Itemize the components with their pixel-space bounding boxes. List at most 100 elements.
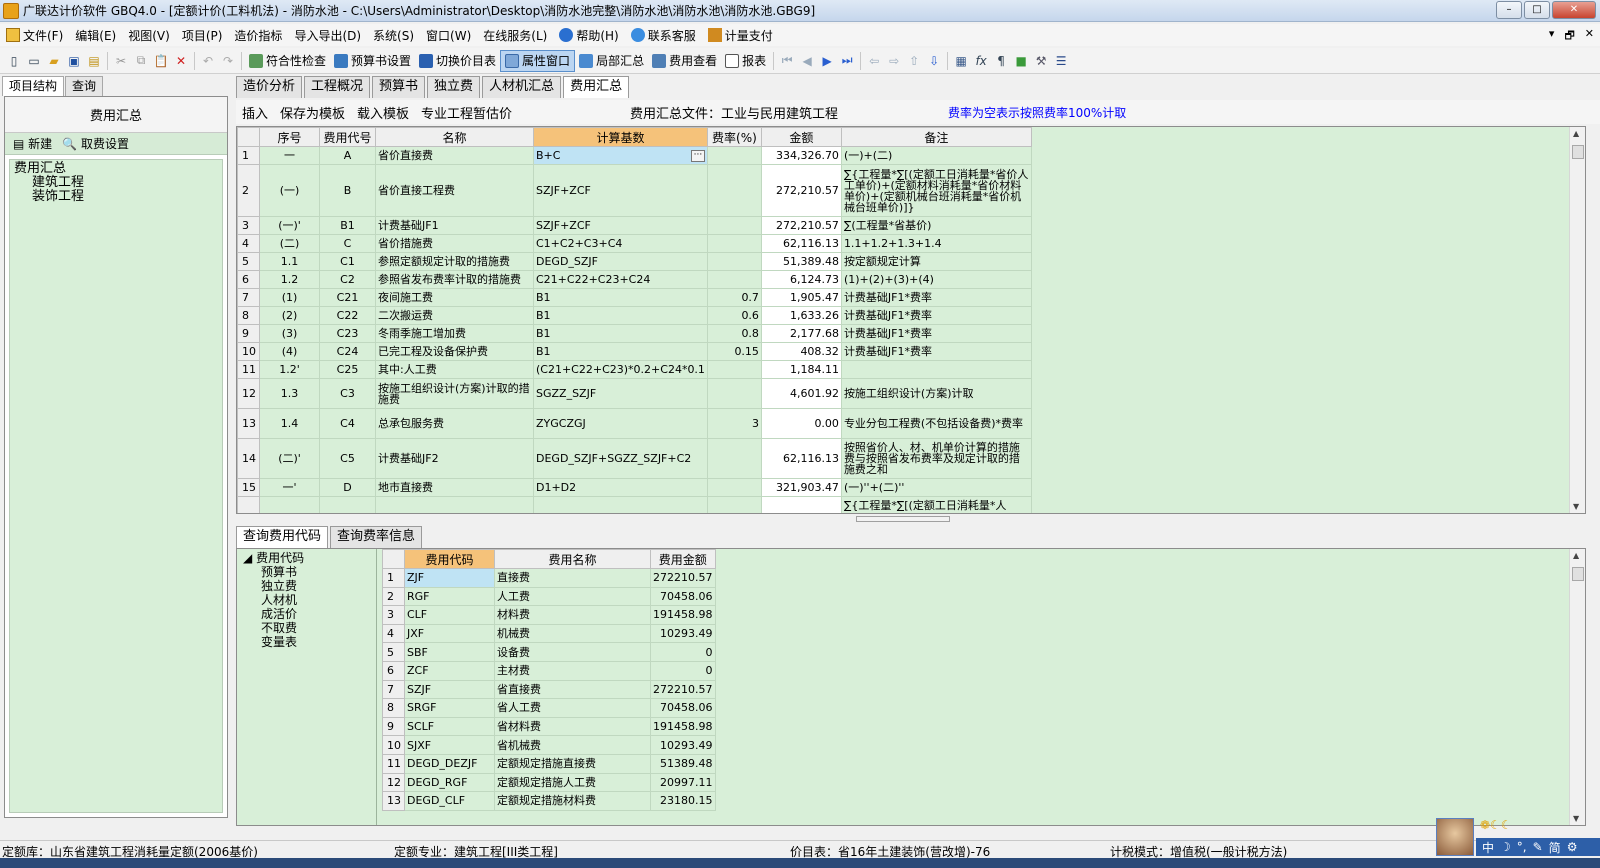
cell-rate[interactable] — [706, 478, 762, 497]
cell-code[interactable]: C5 — [319, 438, 376, 479]
cell-note[interactable]: 按照省价人、材、机单价计算的措施费与按照省发布费率及规定计取的措施费之和 — [840, 438, 1032, 479]
cell-rate[interactable] — [706, 270, 762, 289]
cell-rate[interactable] — [706, 496, 762, 513]
cell-code[interactable]: C — [319, 234, 376, 253]
cell-rate[interactable] — [706, 164, 762, 217]
menu-cost-index[interactable]: 造价指标 — [228, 27, 288, 44]
cell-amount[interactable]: 272,210.57 — [760, 216, 842, 235]
cell-base[interactable]: B1 — [533, 306, 708, 325]
cell-fee-amount[interactable]: 191458.98 — [650, 716, 716, 737]
menu-measure-pay[interactable]: 计量支付 — [702, 27, 779, 44]
cell-seq[interactable]: (1) — [259, 288, 320, 307]
row-number[interactable] — [237, 496, 260, 513]
paragraph-icon[interactable]: ¶ — [991, 51, 1011, 71]
cell-fee-amount[interactable]: 51389.48 — [650, 753, 716, 774]
cell-seq[interactable]: (二)' — [259, 438, 320, 479]
table-row[interactable]: 6 1.2 C2 参照省发布费率计取的措施费 C21+C22+C23+C24 6,124.… — [237, 270, 1032, 289]
cell-fee-amount[interactable]: 0 — [650, 642, 716, 662]
col-base[interactable]: 计算基数 — [533, 127, 708, 147]
row-number[interactable]: 5 — [237, 252, 260, 271]
cell-fee-amount[interactable]: 272210.57 — [650, 679, 716, 700]
cell-fee-amount[interactable]: 191458.98 — [650, 605, 716, 625]
row-number[interactable]: 11 — [237, 360, 260, 379]
new-button[interactable]: ▤ 新建 — [13, 135, 52, 152]
row-number[interactable]: 8 — [382, 698, 405, 718]
cell-seq[interactable]: 1.4 — [259, 408, 320, 439]
table-row[interactable]: 13 1.4 C4 总承包服务费 ZYGCZGJ 3 0.00 专业分包工程费(不包括设备费)… — [237, 408, 1032, 439]
tab-query-rate-info[interactable]: 查询费率信息 — [330, 526, 423, 548]
table-row[interactable]: 7 (1) C21 夜间施工费 B1 0.7 1,905.47 计费基础JF1*费率 — [237, 288, 1032, 307]
table-row[interactable]: 3 (一)' B1 计费基础JF1 SZJF+ZCF 272,210.57 ∑(工程量*省基… — [237, 216, 1032, 235]
cell-note[interactable]: 计费基础JF1*费率 — [840, 306, 1032, 325]
table-row[interactable]: 11 1.2' C25 其中:人工费 (C21+C22+C23)*0.2+C24*0.1… — [237, 360, 1032, 379]
cell-code[interactable]: B1 — [319, 216, 376, 235]
cell-note[interactable] — [840, 360, 1032, 379]
cell-amount[interactable]: 62,116.13 — [760, 438, 842, 479]
cell-base[interactable]: (C21+C22+C23)*0.2+C24*0.1 — [533, 360, 708, 379]
save-template-button[interactable]: 保存为模板 — [274, 103, 351, 122]
cell-amount[interactable]: 1,633.26 — [760, 306, 842, 325]
attribute-window-button[interactable]: 属性窗口 — [500, 49, 576, 72]
new-file-icon[interactable]: ▯ — [4, 51, 24, 71]
ime-pen-icon[interactable]: ✎ — [1533, 840, 1543, 854]
cell-fee-amount[interactable]: 10293.49 — [650, 735, 716, 755]
fee-code-root[interactable]: ◢ 费用代码 — [243, 551, 370, 565]
cell-seq[interactable]: (二) — [259, 234, 320, 253]
cell-name[interactable]: 省价直接费 — [375, 146, 534, 165]
cell-fee-code[interactable]: ZCF — [404, 660, 495, 681]
cell-fee-code[interactable]: SBF — [404, 642, 495, 662]
tab-fee-summary[interactable]: 费用汇总 — [563, 76, 630, 98]
table-row[interactable]: 2 RGF 人工费 70458.06 — [382, 586, 716, 607]
cell-fee-code[interactable]: DEGD_RGF — [404, 772, 495, 793]
move-up-icon[interactable]: ⇧ — [904, 51, 924, 71]
cell-name[interactable]: 参照定额规定计取的措施费 — [375, 252, 534, 271]
row-number[interactable]: 12 — [237, 378, 260, 409]
cell-base[interactable]: C21+C22+C23+C24 — [533, 270, 708, 289]
cell-code[interactable]: C22 — [319, 306, 376, 325]
row-number[interactable]: 15 — [237, 478, 260, 497]
cell-fee-name[interactable]: 主材费 — [494, 660, 651, 681]
cell-seq[interactable]: (3) — [259, 324, 320, 343]
row-number[interactable]: 5 — [382, 642, 405, 662]
cell-fee-code[interactable]: DEGD_CLF — [404, 791, 495, 811]
cell-amount[interactable]: 4,601.92 — [760, 378, 842, 409]
copy-icon[interactable]: ⧉ — [131, 51, 151, 71]
cell-code[interactable]: C23 — [319, 324, 376, 343]
formula-icon[interactable]: fx — [971, 51, 991, 71]
cell-seq[interactable]: (一)' — [259, 216, 320, 235]
save-icon[interactable]: ▣ — [64, 51, 84, 71]
cell-code[interactable]: B — [319, 164, 376, 217]
cell-fee-amount[interactable]: 10293.49 — [650, 623, 716, 644]
minimize-button[interactable]: – — [1496, 1, 1522, 19]
insert-button[interactable]: 插入 — [236, 103, 274, 122]
row-number[interactable]: 9 — [237, 324, 260, 343]
move-right-icon[interactable]: ⇨ — [884, 51, 904, 71]
cell-fee-name[interactable]: 定额规定措施直接费 — [494, 753, 651, 774]
cell-name[interactable]: 计费基础JF1 — [375, 216, 534, 235]
cell-rate[interactable]: 0.7 — [706, 288, 762, 307]
table-row[interactable]: 10 SJXF 省机械费 10293.49 — [382, 735, 716, 755]
cell-note[interactable]: 1.1+1.2+1.3+1.4 — [840, 234, 1032, 253]
cell-rate[interactable] — [706, 216, 762, 235]
cell-rate[interactable] — [706, 252, 762, 271]
cell-name[interactable]: 按施工组织设计(方案)计取的措施费 — [375, 378, 534, 409]
menu-system[interactable]: 系统(S) — [367, 27, 420, 44]
switch-price-table-button[interactable]: 切换价目表 — [415, 50, 500, 72]
scroll-thumb[interactable] — [1572, 145, 1584, 159]
panel-splitter[interactable] — [856, 516, 950, 522]
fee-setting-button[interactable]: 🔍 取费设置 — [62, 135, 129, 152]
cell-rate[interactable] — [706, 438, 762, 479]
cell-code[interactable]: C1 — [319, 252, 376, 271]
table-row[interactable]: 2 (一) B 省价直接工程费 SZJF+ZCF 272,210.57 ∑{工程量*∑[(定… — [237, 164, 1032, 217]
row-number[interactable]: 2 — [382, 586, 405, 607]
cell-note[interactable]: 按定额规定计算 — [840, 252, 1032, 271]
new-project-icon[interactable]: ▭ — [24, 51, 44, 71]
cell-seq[interactable]: 一 — [259, 146, 320, 165]
scroll-up-icon[interactable]: ▲ — [1573, 129, 1579, 138]
row-number[interactable]: 12 — [382, 772, 405, 793]
ime-simplified-icon[interactable]: 简 — [1549, 839, 1561, 856]
cell-fee-name[interactable]: 直接费 — [494, 568, 651, 588]
cell-fee-name[interactable]: 设备费 — [494, 642, 651, 662]
cell-rate[interactable] — [706, 360, 762, 379]
cell-base[interactable]: D1+D2 — [533, 478, 708, 497]
